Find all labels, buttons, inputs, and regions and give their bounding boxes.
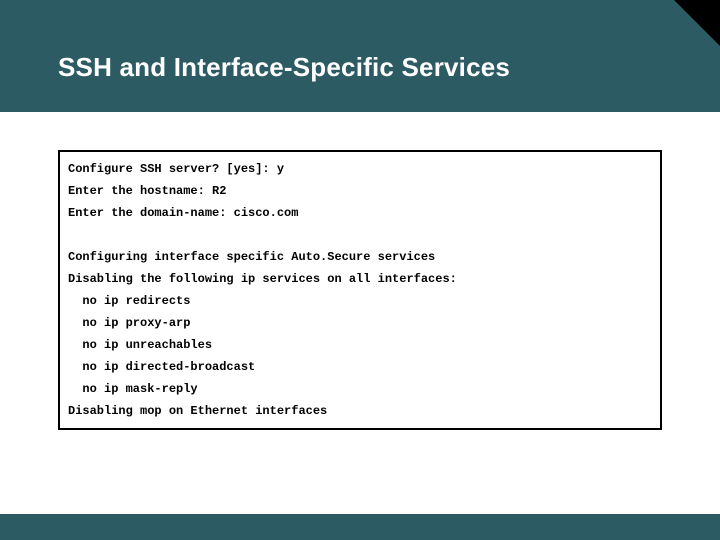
terminal-line: no ip redirects <box>60 290 660 312</box>
terminal-output-box: Configure SSH server? [yes]: y Enter the… <box>58 150 662 430</box>
terminal-line: Disabling mop on Ethernet interfaces <box>60 400 660 422</box>
terminal-line: no ip unreachables <box>60 334 660 356</box>
terminal-line: Enter the domain-name: cisco.com <box>60 202 660 224</box>
terminal-line: Disabling the following ip services on a… <box>60 268 660 290</box>
terminal-line: no ip proxy-arp <box>60 312 660 334</box>
terminal-line: Configure SSH server? [yes]: y <box>60 158 660 180</box>
corner-notch <box>674 0 720 46</box>
terminal-line: no ip mask-reply <box>60 378 660 400</box>
slide-title: SSH and Interface-Specific Services <box>58 52 510 83</box>
footer-band <box>0 514 720 540</box>
terminal-line: no ip directed-broadcast <box>60 356 660 378</box>
terminal-blank <box>60 224 660 246</box>
terminal-line: Configuring interface specific Auto.Secu… <box>60 246 660 268</box>
terminal-line: Enter the hostname: R2 <box>60 180 660 202</box>
